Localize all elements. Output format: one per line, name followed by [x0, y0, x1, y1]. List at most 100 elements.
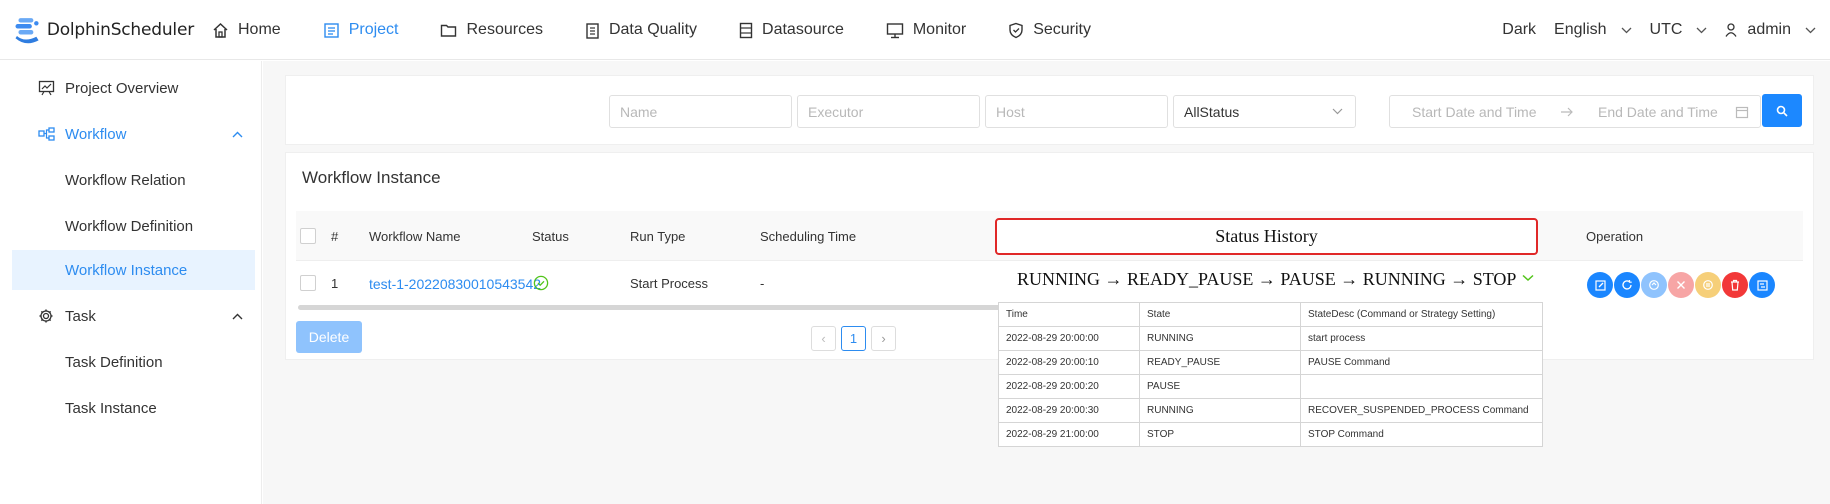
batch-delete-button[interactable]: Delete [296, 321, 362, 353]
workflow-name-link[interactable]: test-1-20220830010543542 [369, 276, 541, 292]
gantt-button[interactable] [1749, 272, 1775, 298]
nav-data-quality[interactable]: Data Quality [585, 21, 697, 39]
gantt-chart-icon [1756, 279, 1768, 291]
start-date-placeholder: Start Date and Time [1412, 104, 1537, 120]
timezone-select[interactable]: UTC [1650, 21, 1708, 39]
trash-icon [1731, 279, 1739, 291]
folder-icon [441, 24, 457, 37]
nav-security-label: Security [1033, 21, 1091, 38]
search-icon [1776, 105, 1788, 117]
status-sequence: RUNNING → READY_PAUSE → PAUSE → RUNNING … [1017, 269, 1517, 289]
status-history-row: 2022-08-29 20:00:20 PAUSE [998, 374, 1543, 399]
chevron-up-icon [232, 131, 243, 137]
user-menu[interactable]: admin [1725, 21, 1816, 39]
chevron-down-icon [1332, 108, 1343, 115]
date-range-picker[interactable]: Start Date and Time End Date and Time [1389, 95, 1761, 128]
sidebar-item-workflow-relation[interactable]: Workflow Relation [12, 160, 255, 200]
status-history-table: Time State StateDesc (Command or Strateg… [998, 302, 1543, 447]
sidebar-item-task[interactable]: Task [12, 296, 255, 336]
row-checkbox[interactable] [300, 275, 316, 291]
nav-project-label: Project [348, 21, 399, 38]
top-right-controls: Dark English UTC admin [1502, 0, 1830, 60]
stop-button[interactable] [1668, 272, 1694, 298]
rerun-button[interactable] [1614, 272, 1640, 298]
home-icon [213, 22, 228, 38]
expand-chevron-icon[interactable] [1522, 274, 1534, 282]
executor-placeholder: Executor [808, 103, 864, 120]
filter-bar: Name Executor Host AllStatus Start Date … [285, 75, 1814, 145]
executor-input[interactable]: Executor [797, 95, 980, 128]
user-name: admin [1747, 21, 1791, 38]
nav-home-label: Home [238, 21, 281, 38]
top-navbar: DolphinScheduler Home Project Resources … [0, 0, 1830, 60]
pagination-prev[interactable]: ‹ [811, 326, 836, 351]
sh-state: STOP [1139, 422, 1301, 447]
language-select[interactable]: English [1554, 21, 1631, 39]
pause-button[interactable] [1695, 272, 1721, 298]
nav-resources[interactable]: Resources [440, 21, 543, 39]
language-label: English [1554, 21, 1607, 38]
sh-col-desc: StateDesc (Command or Strategy Setting) [1300, 302, 1543, 327]
host-input[interactable]: Host [985, 95, 1168, 128]
presentation-icon [38, 80, 55, 96]
recover-failed-button[interactable] [1641, 272, 1667, 298]
refresh-icon [1622, 280, 1632, 290]
row-run-type: Start Process [630, 276, 709, 291]
nav-security[interactable]: Security [1008, 21, 1091, 39]
sidebar-item-label: Workflow Definition [65, 217, 194, 235]
sh-desc: start process [1300, 326, 1543, 351]
pagination-next[interactable]: › [871, 326, 896, 351]
status-history-header-row: Time State StateDesc (Command or Strateg… [998, 302, 1543, 327]
host-placeholder: Host [996, 103, 1025, 120]
sh-state: RUNNING [1139, 326, 1301, 351]
end-date-placeholder: End Date and Time [1598, 104, 1718, 120]
col-index: # [331, 229, 339, 244]
timezone-label: UTC [1649, 21, 1683, 38]
col-workflow-name: Workflow Name [369, 229, 461, 244]
edit-icon [1594, 279, 1606, 291]
sh-desc [1300, 374, 1543, 399]
sidebar-item-label: Workflow Relation [65, 171, 186, 189]
sidebar-item-label: Task [65, 307, 96, 325]
sidebar-item-workflow[interactable]: Workflow [12, 114, 255, 154]
chevron-down-icon [1805, 27, 1816, 33]
col-run-type: Run Type [630, 229, 686, 244]
row-scheduling-time: - [760, 276, 765, 291]
sh-col-time: Time [998, 302, 1140, 327]
sh-desc: PAUSE Command [1300, 350, 1543, 375]
sidebar-item-label: Task Instance [65, 399, 157, 417]
sidebar-item-label: Project Overview [65, 79, 179, 97]
sh-desc: STOP Command [1300, 422, 1543, 447]
gear-icon [39, 309, 53, 323]
sh-col-state: State [1139, 302, 1301, 327]
edit-button[interactable] [1587, 272, 1613, 298]
calendar-icon [1735, 106, 1749, 119]
nav-home[interactable]: Home [212, 21, 281, 39]
sidebar-item-task-instance[interactable]: Task Instance [12, 388, 255, 428]
app-logo[interactable]: DolphinScheduler [14, 10, 194, 50]
select-all-checkbox[interactable] [300, 228, 316, 244]
sidebar-item-workflow-instance[interactable]: Workflow Instance [12, 250, 255, 290]
sidebar: Project Overview Workflow Workflow Relat… [0, 61, 262, 504]
sidebar-item-task-definition[interactable]: Task Definition [12, 342, 255, 382]
dolphin-logo-icon [15, 18, 39, 44]
theme-toggle[interactable]: Dark [1502, 21, 1536, 39]
nav-monitor[interactable]: Monitor [886, 21, 966, 39]
status-history-row: 2022-08-29 20:00:30 RUNNING RECOVER_SUSP… [998, 398, 1543, 423]
name-input[interactable]: Name [609, 95, 792, 128]
row-index: 1 [331, 276, 339, 291]
sidebar-item-workflow-definition[interactable]: Workflow Definition [12, 206, 255, 246]
status-history-header: Status History [995, 218, 1538, 255]
search-button[interactable] [1762, 94, 1802, 127]
sh-state: RUNNING [1139, 398, 1301, 423]
sh-state: READY_PAUSE [1139, 350, 1301, 375]
status-select[interactable]: AllStatus [1173, 95, 1356, 128]
sh-time: 2022-08-29 20:00:00 [998, 326, 1140, 351]
sidebar-item-project-overview[interactable]: Project Overview [12, 68, 255, 108]
nav-datasource[interactable]: Datasource [739, 21, 844, 39]
chevron-down-icon [1696, 27, 1707, 33]
nav-project[interactable]: Project [323, 21, 399, 39]
pagination-page[interactable]: 1 [841, 326, 866, 351]
delete-row-button[interactable] [1722, 272, 1748, 298]
status-history-title: Status History [1215, 226, 1318, 246]
